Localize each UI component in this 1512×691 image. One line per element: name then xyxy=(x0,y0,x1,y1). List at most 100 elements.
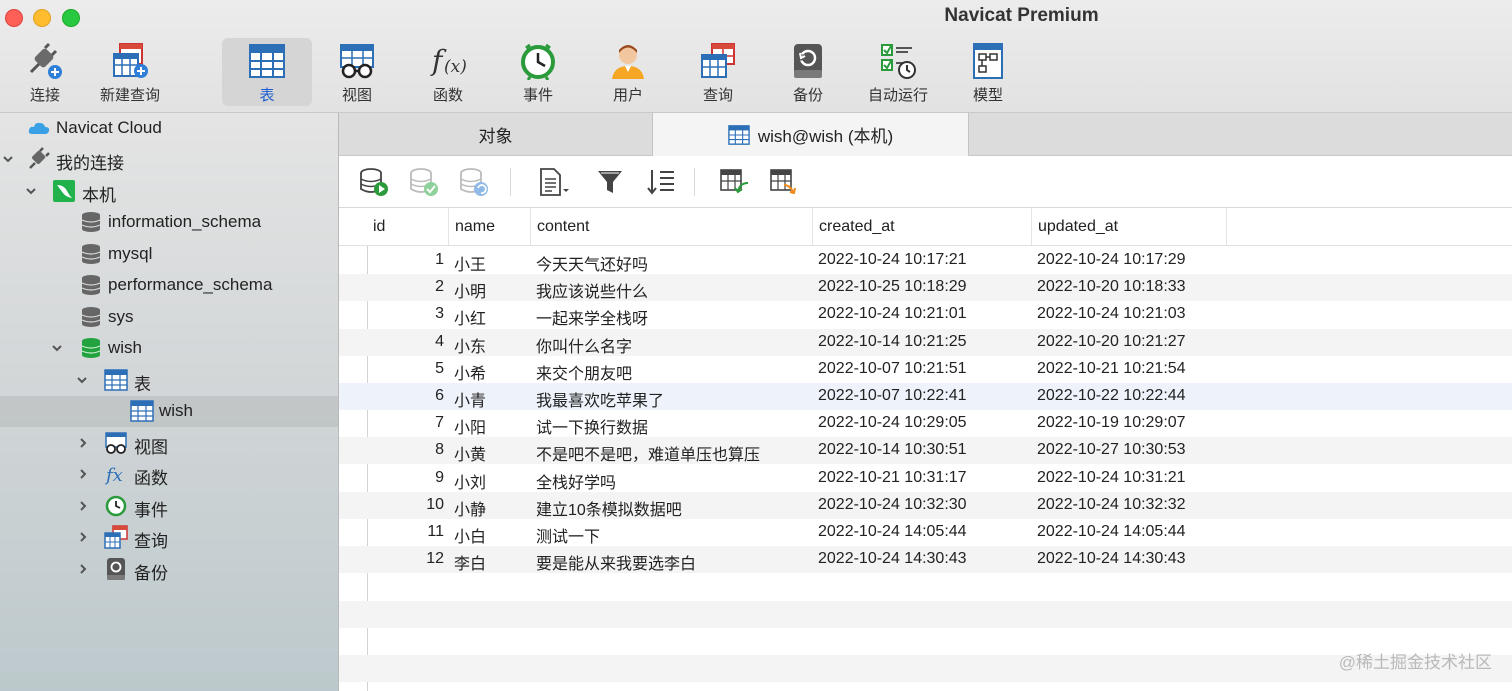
toolbar-view-button[interactable]: 视图 xyxy=(312,38,402,106)
table-row[interactable]: 11 小白 测试一下 2022-10-24 14:05:44 2022-10-24 14… xyxy=(339,519,1512,546)
cell-id[interactable]: 8 xyxy=(368,441,444,459)
begin-transaction-icon[interactable] xyxy=(358,167,390,197)
cell-content[interactable]: 不是吧不是吧，难道单压也算压 xyxy=(536,441,760,465)
table-row[interactable]: 12 李白 要是能从来我要选李白 2022-10-24 14:30:43 2022-10… xyxy=(339,546,1512,574)
commit-icon[interactable] xyxy=(408,167,440,197)
rollback-icon[interactable] xyxy=(458,167,490,197)
cell-id[interactable]: 12 xyxy=(368,550,444,568)
sidebar-item-queries-folder[interactable]: 查询 xyxy=(0,522,338,553)
toolbar-backup-button[interactable]: 备份 xyxy=(763,38,853,106)
cell-updated-at[interactable]: 2022-10-19 10:29:07 xyxy=(1037,414,1186,432)
toolbar-table-button[interactable]: 表 xyxy=(222,38,312,106)
cell-updated-at[interactable]: 2022-10-21 10:21:54 xyxy=(1037,360,1186,378)
cell-name[interactable]: 小明 xyxy=(454,278,486,302)
filter-icon[interactable] xyxy=(595,167,627,197)
cell-name[interactable]: 小红 xyxy=(454,305,486,329)
cell-id[interactable]: 7 xyxy=(368,414,444,432)
chevron-down-icon[interactable] xyxy=(25,184,37,198)
sidebar-item-db-wish[interactable]: wish xyxy=(0,333,338,364)
cell-updated-at[interactable]: 2022-10-24 10:32:32 xyxy=(1037,496,1186,514)
cell-name[interactable]: 小阳 xyxy=(454,414,486,438)
cell-created-at[interactable]: 2022-10-21 10:31:17 xyxy=(818,469,967,487)
chevron-right-icon[interactable] xyxy=(77,436,89,450)
cell-updated-at[interactable]: 2022-10-27 10:30:53 xyxy=(1037,441,1186,459)
cell-updated-at[interactable]: 2022-10-24 10:31:21 xyxy=(1037,469,1186,487)
sidebar-item-db-sys[interactable]: sys xyxy=(0,302,338,333)
cell-content[interactable]: 一起来学全栈呀 xyxy=(536,305,648,329)
cell-name[interactable]: 小东 xyxy=(454,333,486,357)
column-header-updated-at[interactable]: updated_at xyxy=(1032,208,1227,245)
cell-id[interactable]: 1 xyxy=(368,251,444,269)
sidebar-item-db-information-schema[interactable]: information_schema xyxy=(0,207,338,238)
toolbar-event-button[interactable]: 事件 xyxy=(493,38,583,106)
cell-updated-at[interactable]: 2022-10-24 14:30:43 xyxy=(1037,550,1186,568)
sidebar-item-tables-folder[interactable]: 表 xyxy=(0,365,338,396)
cell-created-at[interactable]: 2022-10-24 14:05:44 xyxy=(818,523,967,541)
cell-content[interactable]: 来交个朋友吧 xyxy=(536,360,632,384)
cell-created-at[interactable]: 2022-10-07 10:22:41 xyxy=(818,387,967,405)
table-row[interactable]: 1 小王 今天天气还好吗 2022-10-24 10:17:21 2022-10-24 … xyxy=(339,247,1512,274)
cell-id[interactable]: 10 xyxy=(368,496,444,514)
cell-content[interactable]: 我最喜欢吃苹果了 xyxy=(536,387,664,411)
cell-name[interactable]: 小黄 xyxy=(454,441,486,465)
chevron-down-icon[interactable] xyxy=(76,373,88,387)
column-header-created-at[interactable]: created_at xyxy=(813,208,1032,245)
table-row[interactable]: 4 小东 你叫什么名字 2022-10-14 10:21:25 2022-10-20 1… xyxy=(339,328,1512,357)
sidebar-item-events-folder[interactable]: 事件 xyxy=(0,491,338,522)
table-row[interactable]: 8 小黄 不是吧不是吧，难道单压也算压 2022-10-14 10:30:51 2022… xyxy=(339,437,1512,465)
cell-content[interactable]: 今天天气还好吗 xyxy=(536,251,648,275)
cell-name[interactable]: 小王 xyxy=(454,251,486,275)
cell-updated-at[interactable]: 2022-10-24 10:21:03 xyxy=(1037,305,1186,323)
table-row[interactable]: 2 小明 我应该说些什么 2022-10-25 10:18:29 2022-10-20 … xyxy=(339,274,1512,302)
cell-content[interactable]: 试一下换行数据 xyxy=(536,414,648,438)
sidebar-item-functions-folder[interactable]: fx 函数 xyxy=(0,459,338,490)
cell-name[interactable]: 李白 xyxy=(454,550,486,574)
toolbar-new-query-button[interactable]: 新建查询 xyxy=(85,38,175,106)
toolbar-model-button[interactable]: 模型 xyxy=(943,38,1033,106)
cell-created-at[interactable]: 2022-10-24 10:17:21 xyxy=(818,251,967,269)
cell-content[interactable]: 我应该说些什么 xyxy=(536,278,648,302)
cell-id[interactable]: 2 xyxy=(368,278,444,296)
column-header-id[interactable]: id xyxy=(367,208,449,245)
table-row[interactable]: 10 小静 建立10条模拟数据吧 2022-10-24 10:32:30 2022-10… xyxy=(339,491,1512,520)
cell-id[interactable]: 9 xyxy=(368,469,444,487)
column-header-content[interactable]: content xyxy=(531,208,813,245)
table-row[interactable]: 5 小希 来交个朋友吧 2022-10-07 10:21:51 2022-10-21 1… xyxy=(339,356,1512,383)
cell-created-at[interactable]: 2022-10-24 14:30:43 xyxy=(818,550,967,568)
cell-id[interactable]: 4 xyxy=(368,333,444,351)
cell-updated-at[interactable]: 2022-10-20 10:18:33 xyxy=(1037,278,1186,296)
cell-name[interactable]: 小青 xyxy=(454,387,486,411)
sidebar-item-local-server[interactable]: 本机 xyxy=(0,176,338,207)
toolbar-connection-button[interactable]: 连接 xyxy=(0,38,90,106)
sidebar-item-my-connections[interactable]: 我的连接 xyxy=(0,144,338,175)
tab-wish-table[interactable]: wish@wish (本机) xyxy=(653,113,969,156)
toolbar-function-button[interactable]: f (x) 函数 xyxy=(403,38,493,106)
toolbar-query-button[interactable]: 查询 xyxy=(673,38,763,106)
sidebar-item-table-wish[interactable]: wish xyxy=(0,396,338,427)
chevron-right-icon[interactable] xyxy=(77,499,89,513)
table-row[interactable]: 6 小青 我最喜欢吃苹果了 2022-10-07 10:22:41 2022-10-22… xyxy=(339,383,1512,410)
sidebar-item-db-mysql[interactable]: mysql xyxy=(0,239,338,270)
export-icon[interactable] xyxy=(768,167,800,197)
cell-created-at[interactable]: 2022-10-25 10:18:29 xyxy=(818,278,967,296)
cell-id[interactable]: 5 xyxy=(368,360,444,378)
cell-updated-at[interactable]: 2022-10-22 10:22:44 xyxy=(1037,387,1186,405)
cell-name[interactable]: 小静 xyxy=(454,496,486,520)
cell-updated-at[interactable]: 2022-10-24 10:17:29 xyxy=(1037,251,1186,269)
sidebar-item-views-folder[interactable]: 视图 xyxy=(0,428,338,459)
table-row[interactable]: 9 小刘 全栈好学吗 2022-10-21 10:31:17 2022-10-24 10… xyxy=(339,465,1512,492)
cell-id[interactable]: 3 xyxy=(368,305,444,323)
sidebar-item-db-performance-schema[interactable]: performance_schema xyxy=(0,270,338,301)
tab-objects[interactable]: 对象 xyxy=(339,113,653,155)
toolbar-user-button[interactable]: 用户 xyxy=(583,38,673,106)
cell-content[interactable]: 建立10条模拟数据吧 xyxy=(536,496,682,520)
column-header-name[interactable]: name xyxy=(449,208,531,245)
cell-created-at[interactable]: 2022-10-14 10:30:51 xyxy=(818,441,967,459)
cell-name[interactable]: 小希 xyxy=(454,360,486,384)
chevron-down-icon[interactable] xyxy=(51,341,63,355)
cell-content[interactable]: 你叫什么名字 xyxy=(536,333,632,357)
sidebar-item-navicat-cloud[interactable]: Navicat Cloud xyxy=(0,113,338,144)
cell-created-at[interactable]: 2022-10-14 10:21:25 xyxy=(818,333,967,351)
cell-updated-at[interactable]: 2022-10-20 10:21:27 xyxy=(1037,333,1186,351)
table-row[interactable]: 3 小红 一起来学全栈呀 2022-10-24 10:21:01 2022-10-24 … xyxy=(339,301,1512,328)
